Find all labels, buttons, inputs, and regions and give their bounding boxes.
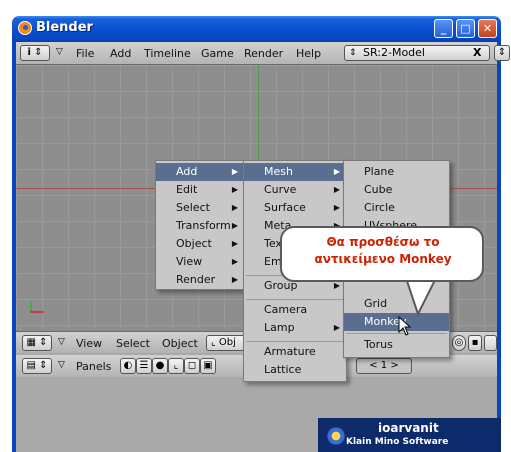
object-mode-icon: ⌞ bbox=[211, 337, 216, 348]
menu-item-transform[interactable]: Transform ▶ bbox=[156, 217, 244, 235]
collapse-triangle-icon[interactable]: ▽ bbox=[56, 47, 63, 57]
maximize-button[interactable]: □ bbox=[456, 19, 475, 38]
info-icon: i bbox=[27, 47, 31, 58]
layer-icon[interactable]: ▪ bbox=[468, 335, 482, 351]
scene-context-icon[interactable]: ▣ bbox=[200, 358, 216, 374]
title-bar[interactable]: Blender _ □ ✕ bbox=[12, 16, 501, 42]
menu-item-render[interactable]: Render ▶ bbox=[156, 271, 244, 289]
window-type-button[interactable]: i ⇕ bbox=[20, 45, 50, 61]
menu-view[interactable]: View bbox=[76, 337, 102, 350]
menu-timeline[interactable]: Timeline bbox=[144, 47, 191, 60]
menu-object[interactable]: Object bbox=[162, 337, 198, 350]
callout-line-1: Θα προσθέσω το bbox=[326, 235, 440, 249]
menu-item-torus[interactable]: Torus bbox=[344, 336, 449, 354]
menu-item-view[interactable]: View ▶ bbox=[156, 253, 244, 271]
submenu-arrow-icon: ▶ bbox=[231, 257, 238, 266]
menu-item-surface[interactable]: Surface ▶ bbox=[244, 199, 346, 217]
menu-separator bbox=[246, 299, 344, 300]
submenu-arrow-icon: ▶ bbox=[333, 185, 340, 194]
info-header: i ⇕ ▽ File Add Timeline Game Render Help… bbox=[16, 42, 510, 65]
watermark-subtitle: Klain Mino Software bbox=[346, 437, 449, 447]
buttons-type-button[interactable]: ▤ ⇕ bbox=[22, 358, 52, 374]
submenu-arrow-icon: ▶ bbox=[231, 185, 238, 194]
editing-context-icon[interactable]: ◻ bbox=[184, 358, 200, 374]
menu-file[interactable]: File bbox=[76, 47, 94, 60]
menu-item-mesh[interactable]: Mesh ▶ bbox=[244, 163, 346, 181]
axis-gizmo-x bbox=[30, 311, 44, 313]
menu-render[interactable]: Render bbox=[244, 47, 283, 60]
menu-help[interactable]: Help bbox=[296, 47, 321, 60]
minimize-button[interactable]: _ bbox=[434, 19, 453, 38]
logic-context-icon[interactable]: ◐ bbox=[120, 358, 136, 374]
scene-selector[interactable]: ⇕ SR:2-Model X bbox=[344, 45, 490, 61]
mode-label: Obj bbox=[218, 337, 236, 348]
blender-logo-icon bbox=[18, 21, 32, 35]
menu-item-add[interactable]: Add ▶ bbox=[156, 163, 244, 181]
menu-game[interactable]: Game bbox=[201, 47, 234, 60]
menu-item-circle[interactable]: Circle bbox=[344, 199, 449, 217]
menu-item-cube[interactable]: Cube bbox=[344, 181, 449, 199]
submenu-arrow-icon: ▶ bbox=[231, 221, 238, 230]
updown-icon: ⇕ bbox=[349, 48, 357, 58]
menu-item-plane[interactable]: Plane bbox=[344, 163, 449, 181]
collapse-triangle-icon[interactable]: ▽ bbox=[58, 337, 65, 347]
layer-button[interactable] bbox=[484, 335, 497, 351]
menu-item-select[interactable]: Select ▶ bbox=[156, 199, 244, 217]
menu-select[interactable]: Select bbox=[116, 337, 150, 350]
scene-delete-button[interactable]: X bbox=[473, 46, 481, 60]
callout-pointer bbox=[404, 278, 438, 317]
object-context-icon[interactable]: ⌞ bbox=[168, 358, 184, 374]
menu-add[interactable]: Add bbox=[110, 47, 131, 60]
view-type-button[interactable]: ▦ ⇕ bbox=[22, 335, 52, 351]
scene-name: SR:2-Model bbox=[363, 46, 425, 59]
toolbox-menu: Add ▶ Edit ▶ Select ▶ Transform ▶ Object ▶ Vi… bbox=[155, 160, 245, 290]
watermark-name: ioarvanit bbox=[378, 421, 439, 435]
mouse-pointer-icon bbox=[398, 316, 412, 336]
grid-icon: ▦ bbox=[26, 337, 36, 348]
submenu-arrow-icon: ▶ bbox=[333, 323, 340, 332]
menu-item-edit[interactable]: Edit ▶ bbox=[156, 181, 244, 199]
submenu-arrow-icon: ▶ bbox=[231, 167, 238, 176]
panel-icon: ▤ bbox=[26, 360, 36, 371]
submenu-arrow-icon: ▶ bbox=[231, 203, 238, 212]
screen-selector-button[interactable]: ⇕ bbox=[494, 45, 510, 61]
panel-pager[interactable]: < 1 > bbox=[356, 358, 412, 374]
window-title: Blender bbox=[36, 20, 93, 35]
menu-item-lattice[interactable]: Lattice bbox=[244, 361, 346, 379]
menu-separator bbox=[246, 341, 344, 342]
pivot-icon[interactable]: ◎ bbox=[452, 335, 466, 351]
menu-item-object[interactable]: Object ▶ bbox=[156, 235, 244, 253]
menu-item-lamp[interactable]: Lamp ▶ bbox=[244, 319, 346, 337]
submenu-arrow-icon: ▶ bbox=[333, 203, 340, 212]
callout-text: Θα προσθέσω το αντικείμενο Monkey bbox=[286, 234, 480, 268]
close-button[interactable]: ✕ bbox=[478, 19, 497, 38]
submenu-arrow-icon: ▶ bbox=[231, 275, 238, 284]
menu-separator bbox=[346, 333, 447, 334]
menu-item-curve[interactable]: Curve ▶ bbox=[244, 181, 346, 199]
watermark-logo bbox=[326, 426, 346, 446]
callout-line-2: αντικείμενο Monkey bbox=[314, 252, 452, 266]
submenu-arrow-icon: ▶ bbox=[333, 167, 340, 176]
menu-item-armature[interactable]: Armature bbox=[244, 343, 346, 361]
script-context-icon[interactable]: ☰ bbox=[136, 358, 152, 374]
menu-item-camera[interactable]: Camera bbox=[244, 301, 346, 319]
menu-panels[interactable]: Panels bbox=[76, 360, 111, 373]
submenu-arrow-icon: ▶ bbox=[231, 239, 238, 248]
collapse-triangle-icon[interactable]: ▽ bbox=[58, 360, 65, 370]
shading-context-icon[interactable]: ● bbox=[152, 358, 168, 374]
